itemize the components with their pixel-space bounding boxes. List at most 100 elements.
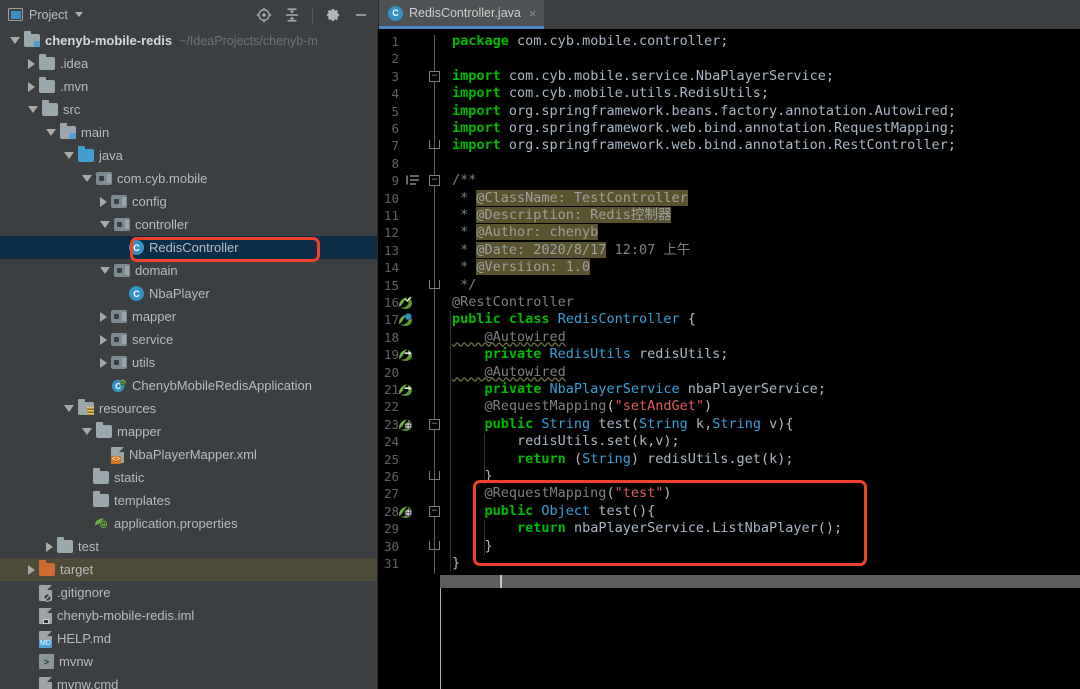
tree-item-main[interactable]: main xyxy=(0,121,377,144)
tree-item-mapper[interactable]: mapper xyxy=(0,305,377,328)
fold-collapse-icon[interactable]: − xyxy=(429,505,440,517)
tree-item-static[interactable]: static xyxy=(0,466,377,489)
tree-item-application-properties[interactable]: application.properties xyxy=(0,512,377,535)
code-line[interactable]: package com.cyb.mobile.controller; xyxy=(452,33,728,50)
tree-item-target[interactable]: target xyxy=(0,558,377,581)
code-editor[interactable]: 1 2 3 4 5 6 7 8 9 10 11 12 13 14 15 16 17 18 19 20 21 22 23 24 2… xyxy=(378,29,1080,689)
twisty-collapsed-icon[interactable] xyxy=(100,334,107,345)
tree-item-chenyb-mobile-redis[interactable]: chenyb-mobile-redis ~/IdeaProjects/chenyb… xyxy=(0,29,377,52)
chevron-down-icon[interactable] xyxy=(74,12,83,17)
code-line[interactable]: return nbaPlayerService.ListNbaPlayer(); xyxy=(452,520,842,537)
twisty-collapsed-icon[interactable] xyxy=(28,58,35,69)
tree-item-rediscontroller[interactable]: C RedisController xyxy=(0,236,377,259)
spring-mapping-icon[interactable] xyxy=(398,504,414,524)
locate-icon[interactable] xyxy=(253,4,275,26)
code-line[interactable]: import com.cyb.mobile.service.NbaPlayerS… xyxy=(452,68,834,85)
code-area[interactable]: 1 2 3 4 5 6 7 8 9 10 11 12 13 14 15 16 17 18 19 20 21 22 23 24 2… xyxy=(378,29,1080,689)
fold-collapse-icon[interactable]: − xyxy=(429,70,440,82)
code-line[interactable]: } xyxy=(452,538,493,555)
code-line[interactable]: public String test(String k,String v){ xyxy=(452,416,794,433)
twisty-collapsed-icon[interactable] xyxy=(46,541,53,552)
tree-item-chenyb-mobile-redis-iml[interactable]: chenyb-mobile-redis.iml xyxy=(0,604,377,627)
tree-item-gitignore[interactable]: .gitignore xyxy=(0,581,377,604)
tree-item-templates[interactable]: templates xyxy=(0,489,377,512)
tree-item-java[interactable]: java xyxy=(0,144,377,167)
code-line[interactable]: @RequestMapping("test") xyxy=(452,485,672,502)
code-line[interactable]: private NbaPlayerService nbaPlayerServic… xyxy=(452,381,826,398)
code-line[interactable]: * @Versiion: 1.0 xyxy=(452,259,591,276)
tree-item-service[interactable]: service xyxy=(0,328,377,351)
spring-mapping-icon[interactable] xyxy=(398,417,414,437)
twisty-collapsed-icon[interactable] xyxy=(100,311,107,322)
code-line[interactable]: } xyxy=(452,555,460,572)
twisty-expanded-icon[interactable] xyxy=(100,221,110,228)
tree-item-mvnw-cmd[interactable]: mvnw.cmd xyxy=(0,673,377,689)
spring-autowire-icon[interactable] xyxy=(398,382,414,402)
fold-collapse-icon[interactable]: − xyxy=(429,175,440,187)
tree-item-test[interactable]: test xyxy=(0,535,377,558)
twisty-collapsed-icon[interactable] xyxy=(28,81,35,92)
twisty-expanded-icon[interactable] xyxy=(64,405,74,412)
spring-autowire-icon[interactable] xyxy=(398,347,414,367)
fold-region-end-icon[interactable] xyxy=(429,540,440,550)
twisty-collapsed-icon[interactable] xyxy=(100,357,107,368)
javadoc-icon[interactable] xyxy=(406,173,422,192)
fold-region-end-icon[interactable] xyxy=(429,140,440,150)
tree-item-utils[interactable]: utils xyxy=(0,351,377,374)
code-pane[interactable]: package com.cyb.mobile.controller; impor… xyxy=(440,29,1080,689)
spring-bean-class-icon[interactable] xyxy=(398,312,414,332)
code-line[interactable]: @RestController xyxy=(452,294,574,311)
code-line[interactable]: */ xyxy=(452,277,476,294)
tree-item-help-md[interactable]: MD HELP.md xyxy=(0,627,377,650)
tree-item-idea[interactable]: .idea xyxy=(0,52,377,75)
twisty-collapsed-icon[interactable] xyxy=(28,564,35,575)
fold-collapse-icon[interactable]: − xyxy=(429,418,440,430)
tree-item-com-cyb-mobile[interactable]: com.cyb.mobile xyxy=(0,167,377,190)
twisty-expanded-icon[interactable] xyxy=(28,106,38,113)
code-line[interactable]: @Autowired xyxy=(452,329,566,346)
code-line[interactable]: @Autowired xyxy=(452,364,566,381)
code-line[interactable] xyxy=(452,50,460,67)
tree-item-mapper[interactable]: mapper xyxy=(0,420,377,443)
collapse-all-icon[interactable] xyxy=(281,4,303,26)
tree-item-chenybmobileredisapplication[interactable]: C ChenybMobileRedisApplication xyxy=(0,374,377,397)
twisty-expanded-icon[interactable] xyxy=(100,267,110,274)
code-line[interactable]: return (String) redisUtils.get(k); xyxy=(452,451,793,468)
close-icon[interactable]: × xyxy=(529,7,537,20)
twisty-expanded-icon[interactable] xyxy=(82,428,92,435)
minimize-icon[interactable] xyxy=(350,4,372,26)
code-line[interactable]: * @Author: chenyb xyxy=(452,224,599,241)
code-line[interactable]: @RequestMapping("setAndGet") xyxy=(452,398,713,415)
tree-item-domain[interactable]: domain xyxy=(0,259,377,282)
code-line[interactable]: /** xyxy=(452,172,476,189)
code-line[interactable] xyxy=(452,155,460,172)
fold-region-end-icon[interactable] xyxy=(429,471,440,480)
project-tree[interactable]: chenyb-mobile-redis ~/IdeaProjects/chenyb… xyxy=(0,29,378,689)
tree-item-resources[interactable]: resources xyxy=(0,397,377,420)
code-line[interactable]: import org.springframework.web.bind.anno… xyxy=(452,137,956,154)
tab-redis-controller[interactable]: C RedisController.java × xyxy=(379,0,545,29)
tree-item-nbaplayermapper-xml[interactable]: <> NbaPlayerMapper.xml xyxy=(0,443,377,466)
code-line[interactable]: private RedisUtils redisUtils; xyxy=(452,346,729,363)
twisty-expanded-icon[interactable] xyxy=(10,37,20,44)
editor-gutter[interactable]: 1 2 3 4 5 6 7 8 9 10 11 12 13 14 15 16 17 18 19 20 21 22 23 24 2… xyxy=(378,29,440,689)
code-line[interactable]: * @ClassName: TestController xyxy=(452,189,688,207)
tree-item-mvnw[interactable]: > mvnw xyxy=(0,650,377,673)
twisty-expanded-icon[interactable] xyxy=(46,129,56,136)
tree-item-mvn[interactable]: .mvn xyxy=(0,75,377,98)
gear-icon[interactable] xyxy=(322,4,344,26)
code-line[interactable]: public class RedisController { xyxy=(452,311,696,328)
horizontal-scrollbar[interactable] xyxy=(440,575,1080,589)
code-line[interactable]: import com.cyb.mobile.utils.RedisUtils; xyxy=(452,85,769,102)
tree-item-src[interactable]: src xyxy=(0,98,377,121)
twisty-expanded-icon[interactable] xyxy=(64,152,74,159)
code-line[interactable]: import org.springframework.web.bind.anno… xyxy=(452,120,956,137)
code-line[interactable]: * @Description: Redis控制器 xyxy=(452,207,672,224)
code-line[interactable]: import org.springframework.beans.factory… xyxy=(452,103,956,120)
code-line[interactable]: public Object test(){ xyxy=(452,503,656,520)
twisty-expanded-icon[interactable] xyxy=(82,175,92,182)
code-line[interactable]: * @Date: 2020/8/17 12:07 上午 xyxy=(452,241,690,259)
tree-item-config[interactable]: config xyxy=(0,190,377,213)
tree-item-nbaplayer[interactable]: C NbaPlayer xyxy=(0,282,377,305)
code-line[interactable]: } xyxy=(452,468,493,485)
